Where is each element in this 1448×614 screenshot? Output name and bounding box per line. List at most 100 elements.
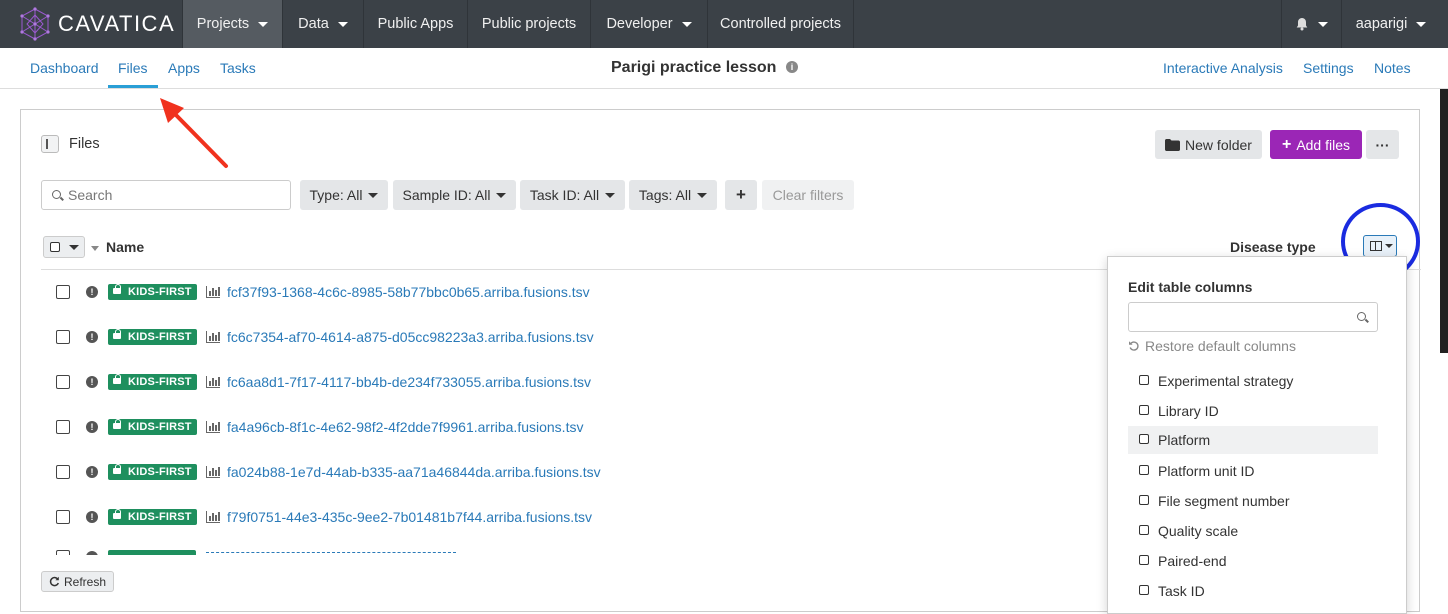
tab-tasks[interactable]: Tasks [220,60,256,76]
plus-icon: + [736,185,746,204]
column-checkbox[interactable] [1139,555,1149,565]
sort-icon[interactable] [91,246,99,251]
table-row[interactable]: ! KIDS-FIRST f79f0751-44e3-435c-9ee2-7b0… [41,500,1111,545]
filter-type[interactable]: Type: All [300,180,388,210]
bar-chart-icon [206,466,220,478]
column-checkbox[interactable] [1139,495,1149,505]
row-checkbox[interactable] [56,465,70,479]
search-icon [1357,312,1366,321]
warning-icon[interactable]: ! [86,466,98,478]
column-option-experimental-strategy[interactable]: Experimental strategy [1128,367,1378,395]
unlock-icon [113,464,121,474]
notifications-button[interactable] [1281,0,1341,48]
files-heading: Files [41,135,100,153]
refresh-label: Refresh [64,574,107,589]
row-checkbox[interactable] [56,375,70,389]
nav-controlled-projects[interactable]: Controlled projects [707,0,854,48]
nav-developer[interactable]: Developer [590,0,707,48]
table-row[interactable]: ! KIDS-FIRST fa024b88-1e7d-44ab-b335-aa7… [41,455,1111,500]
tab-files[interactable]: Files [118,60,148,76]
search-field[interactable] [41,180,291,210]
column-option-label: Platform [1158,432,1211,448]
restore-default-columns[interactable]: Restore default columns [1128,338,1296,354]
nav-public-projects[interactable]: Public projects [467,0,590,48]
column-checkbox[interactable] [1139,434,1149,444]
file-name-link[interactable]: fa024b88-1e7d-44ab-b335-aa71a46844da.arr… [227,464,601,480]
filter-tags[interactable]: Tags: All [629,180,717,210]
tab-interactive-analysis[interactable]: Interactive Analysis [1163,60,1283,76]
file-name-link[interactable]: f79f0751-44e3-435c-9ee2-7b01481b7f44.arr… [227,509,592,525]
badge-label: KIDS-FIRST [128,466,192,478]
column-option-quality-scale[interactable]: Quality scale [1128,517,1378,545]
file-name-link[interactable]: fa4a96cb-8f1c-4e62-98f2-4f2dde7f9961.arr… [227,419,583,435]
file-name-link[interactable]: fcf37f93-1368-4c6c-8985-58b77bbc0b65.arr… [227,284,590,300]
page-scrollbar[interactable] [1440,48,1448,353]
refresh-button[interactable]: Refresh [41,571,115,592]
column-option-label: Library ID [1158,403,1219,419]
sidebar-toggle-icon[interactable] [41,135,59,153]
table-row[interactable]: ! KIDS-FIRST fc6aa8d1-7f17-4117-bb4b-de2… [41,365,1111,410]
more-options-button[interactable]: ··· [1366,130,1399,159]
chevron-down-icon [337,21,348,27]
warning-icon[interactable]: ! [86,376,98,388]
column-option-task-id[interactable]: Task ID [1128,577,1378,605]
nav-public-apps[interactable]: Public Apps [363,0,467,48]
column-option-file-segment-number[interactable]: File segment number [1128,487,1378,515]
nav-data[interactable]: Data [282,0,363,48]
row-checkbox[interactable] [56,420,70,434]
row-checkbox[interactable] [56,285,70,299]
dropdown-title: Edit table columns [1128,279,1253,295]
column-checkbox[interactable] [1139,465,1149,475]
column-option-platform-unit-id[interactable]: Platform unit ID [1128,457,1378,485]
warning-icon[interactable]: ! [86,511,98,523]
table-row[interactable]: ! KIDS-FIRST fc6c7354-af70-4614-a875-d05… [41,320,1111,365]
table-row[interactable]: ! KIDS-FIRST fcf37f93-1368-4c6c-8985-58b… [41,275,1111,320]
row-checkbox[interactable] [56,510,70,524]
add-filter-button[interactable]: + [725,180,757,210]
nav-projects[interactable]: Projects [182,0,282,48]
nav-projects-label: Projects [196,16,250,32]
kids-first-badge: KIDS-FIRST [108,374,197,390]
cavatica-logo[interactable]: CAVATICA [18,7,175,41]
plus-icon: + [1281,135,1292,153]
badge-label: KIDS-FIRST [128,421,192,433]
files-heading-label: Files [69,136,100,152]
column-checkbox[interactable] [1139,405,1149,415]
column-option-label: Quality scale [1158,523,1239,539]
tab-notes[interactable]: Notes [1374,60,1411,76]
warning-icon[interactable]: ! [86,286,98,298]
select-all-dropdown[interactable] [43,236,85,258]
filter-task-id[interactable]: Task ID: All [520,180,625,210]
column-header-disease-type[interactable]: Disease type [1230,239,1316,255]
info-icon[interactable]: i [786,61,798,73]
user-menu[interactable]: aaparigi [1341,0,1440,48]
logo-text: CAVATICA [58,11,176,36]
file-name-link[interactable]: fc6aa8d1-7f17-4117-bb4b-de234f733055.arr… [227,374,591,390]
tab-dashboard[interactable]: Dashboard [30,60,99,76]
clear-filters-button[interactable]: Clear filters [762,180,854,210]
column-header-name[interactable]: Name [106,239,144,255]
tab-settings[interactable]: Settings [1303,60,1354,76]
warning-icon[interactable]: ! [86,421,98,433]
column-checkbox[interactable] [1139,525,1149,535]
row-checkbox[interactable] [56,330,70,344]
chevron-down-icon [258,21,269,27]
column-checkbox[interactable] [1139,585,1149,595]
column-option-paired-end[interactable]: Paired-end [1128,547,1378,575]
select-all-checkbox[interactable] [50,242,60,252]
unlock-icon [113,329,121,339]
search-input[interactable] [68,185,283,205]
add-files-button[interactable]: + Add files [1270,130,1362,159]
file-name-link[interactable]: fc6c7354-af70-4614-a875-d05cc98223a3.arr… [227,329,594,345]
new-folder-button[interactable]: New folder [1155,130,1262,159]
columns-search-input[interactable] [1135,307,1345,327]
column-option-platform[interactable]: Platform [1128,426,1378,454]
table-row[interactable]: ! KIDS-FIRST fa4a96cb-8f1c-4e62-98f2-4f2… [41,410,1111,455]
filter-sample-id[interactable]: Sample ID: All [393,180,516,210]
tab-apps[interactable]: Apps [168,60,200,76]
columns-search-field[interactable] [1128,302,1378,332]
column-checkbox[interactable] [1139,375,1149,385]
column-option-library-id[interactable]: Library ID [1128,397,1378,425]
unlock-icon [113,419,121,429]
warning-icon[interactable]: ! [86,331,98,343]
